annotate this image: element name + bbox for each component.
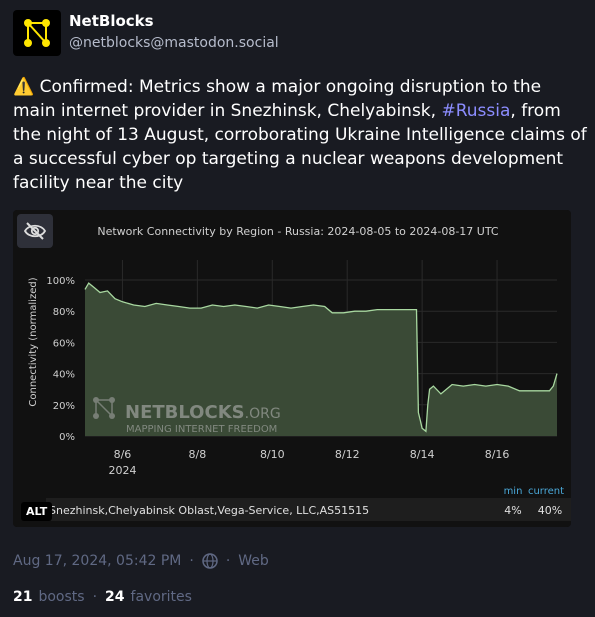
x-tick-year: 2024 [108,464,136,477]
status-counts: 21 boosts · 24 favorites [13,589,192,605]
application-link[interactable]: Web [238,553,269,569]
avatar[interactable] [13,10,61,56]
x-tick-label: 8/8 [189,448,207,461]
legend-current-header: current [528,486,564,497]
eye-slash-icon [23,222,47,240]
globe-icon [202,553,218,569]
y-axis-label: Connectivity (normalized) [28,277,39,406]
legend-min-value: 4% [504,504,521,517]
warning-icon: ⚠️ [13,77,35,97]
boosts-label[interactable]: boosts [38,589,84,605]
y-tick-label: 100% [46,276,75,287]
media-attachment[interactable]: Network Connectivity by Region - Russia:… [13,210,571,527]
legend-min-header: min [504,486,523,497]
x-tick-label: 8/10 [260,448,285,461]
alt-text-badge[interactable]: ALT [21,502,53,521]
legend-series-label: Snezhinsk,Chelyabinsk Oblast,Vega-Servic… [49,504,369,517]
x-tick-label: 8/16 [485,448,510,461]
y-tick-label: 40% [53,370,75,381]
display-name[interactable]: NetBlocks [69,12,154,30]
y-tick-label: 60% [53,338,75,349]
y-tick-label: 20% [53,401,75,412]
x-tick-label: 8/12 [335,448,360,461]
x-tick-label: 8/6 [114,448,132,461]
chart-title: Network Connectivity by Region - Russia:… [97,225,499,238]
favorites-count[interactable]: 24 [105,589,124,605]
y-tick-label: 0% [59,432,75,443]
meta-separator: · [189,553,194,569]
counts-separator: · [92,589,98,605]
status-meta: Aug 17, 2024, 05:42 PM · · Web [13,553,269,569]
boosts-count[interactable]: 21 [13,589,32,605]
netblocks-logo-icon [24,19,50,47]
account-handle[interactable]: @netblocks@mastodon.social [69,35,279,51]
watermark-brand: NETBLOCKS.ORG [125,402,281,423]
hashtag-link[interactable]: #Russia [441,101,510,121]
timestamp-link[interactable]: Aug 17, 2024, 05:42 PM [13,553,181,569]
x-tick-label: 8/14 [410,448,435,461]
watermark-tagline: MAPPING INTERNET FREEDOM [126,424,277,435]
watermark-tld: .ORG [245,406,281,422]
status-content: ⚠️ Confirmed: Metrics show a major ongoi… [13,75,588,195]
favorites-label[interactable]: favorites [131,589,192,605]
connectivity-chart: Network Connectivity by Region - Russia:… [13,210,571,527]
hide-media-button[interactable] [17,214,53,248]
meta-separator-2: · [225,553,231,569]
legend-current-value: 40% [538,504,562,517]
y-tick-label: 80% [53,307,75,318]
